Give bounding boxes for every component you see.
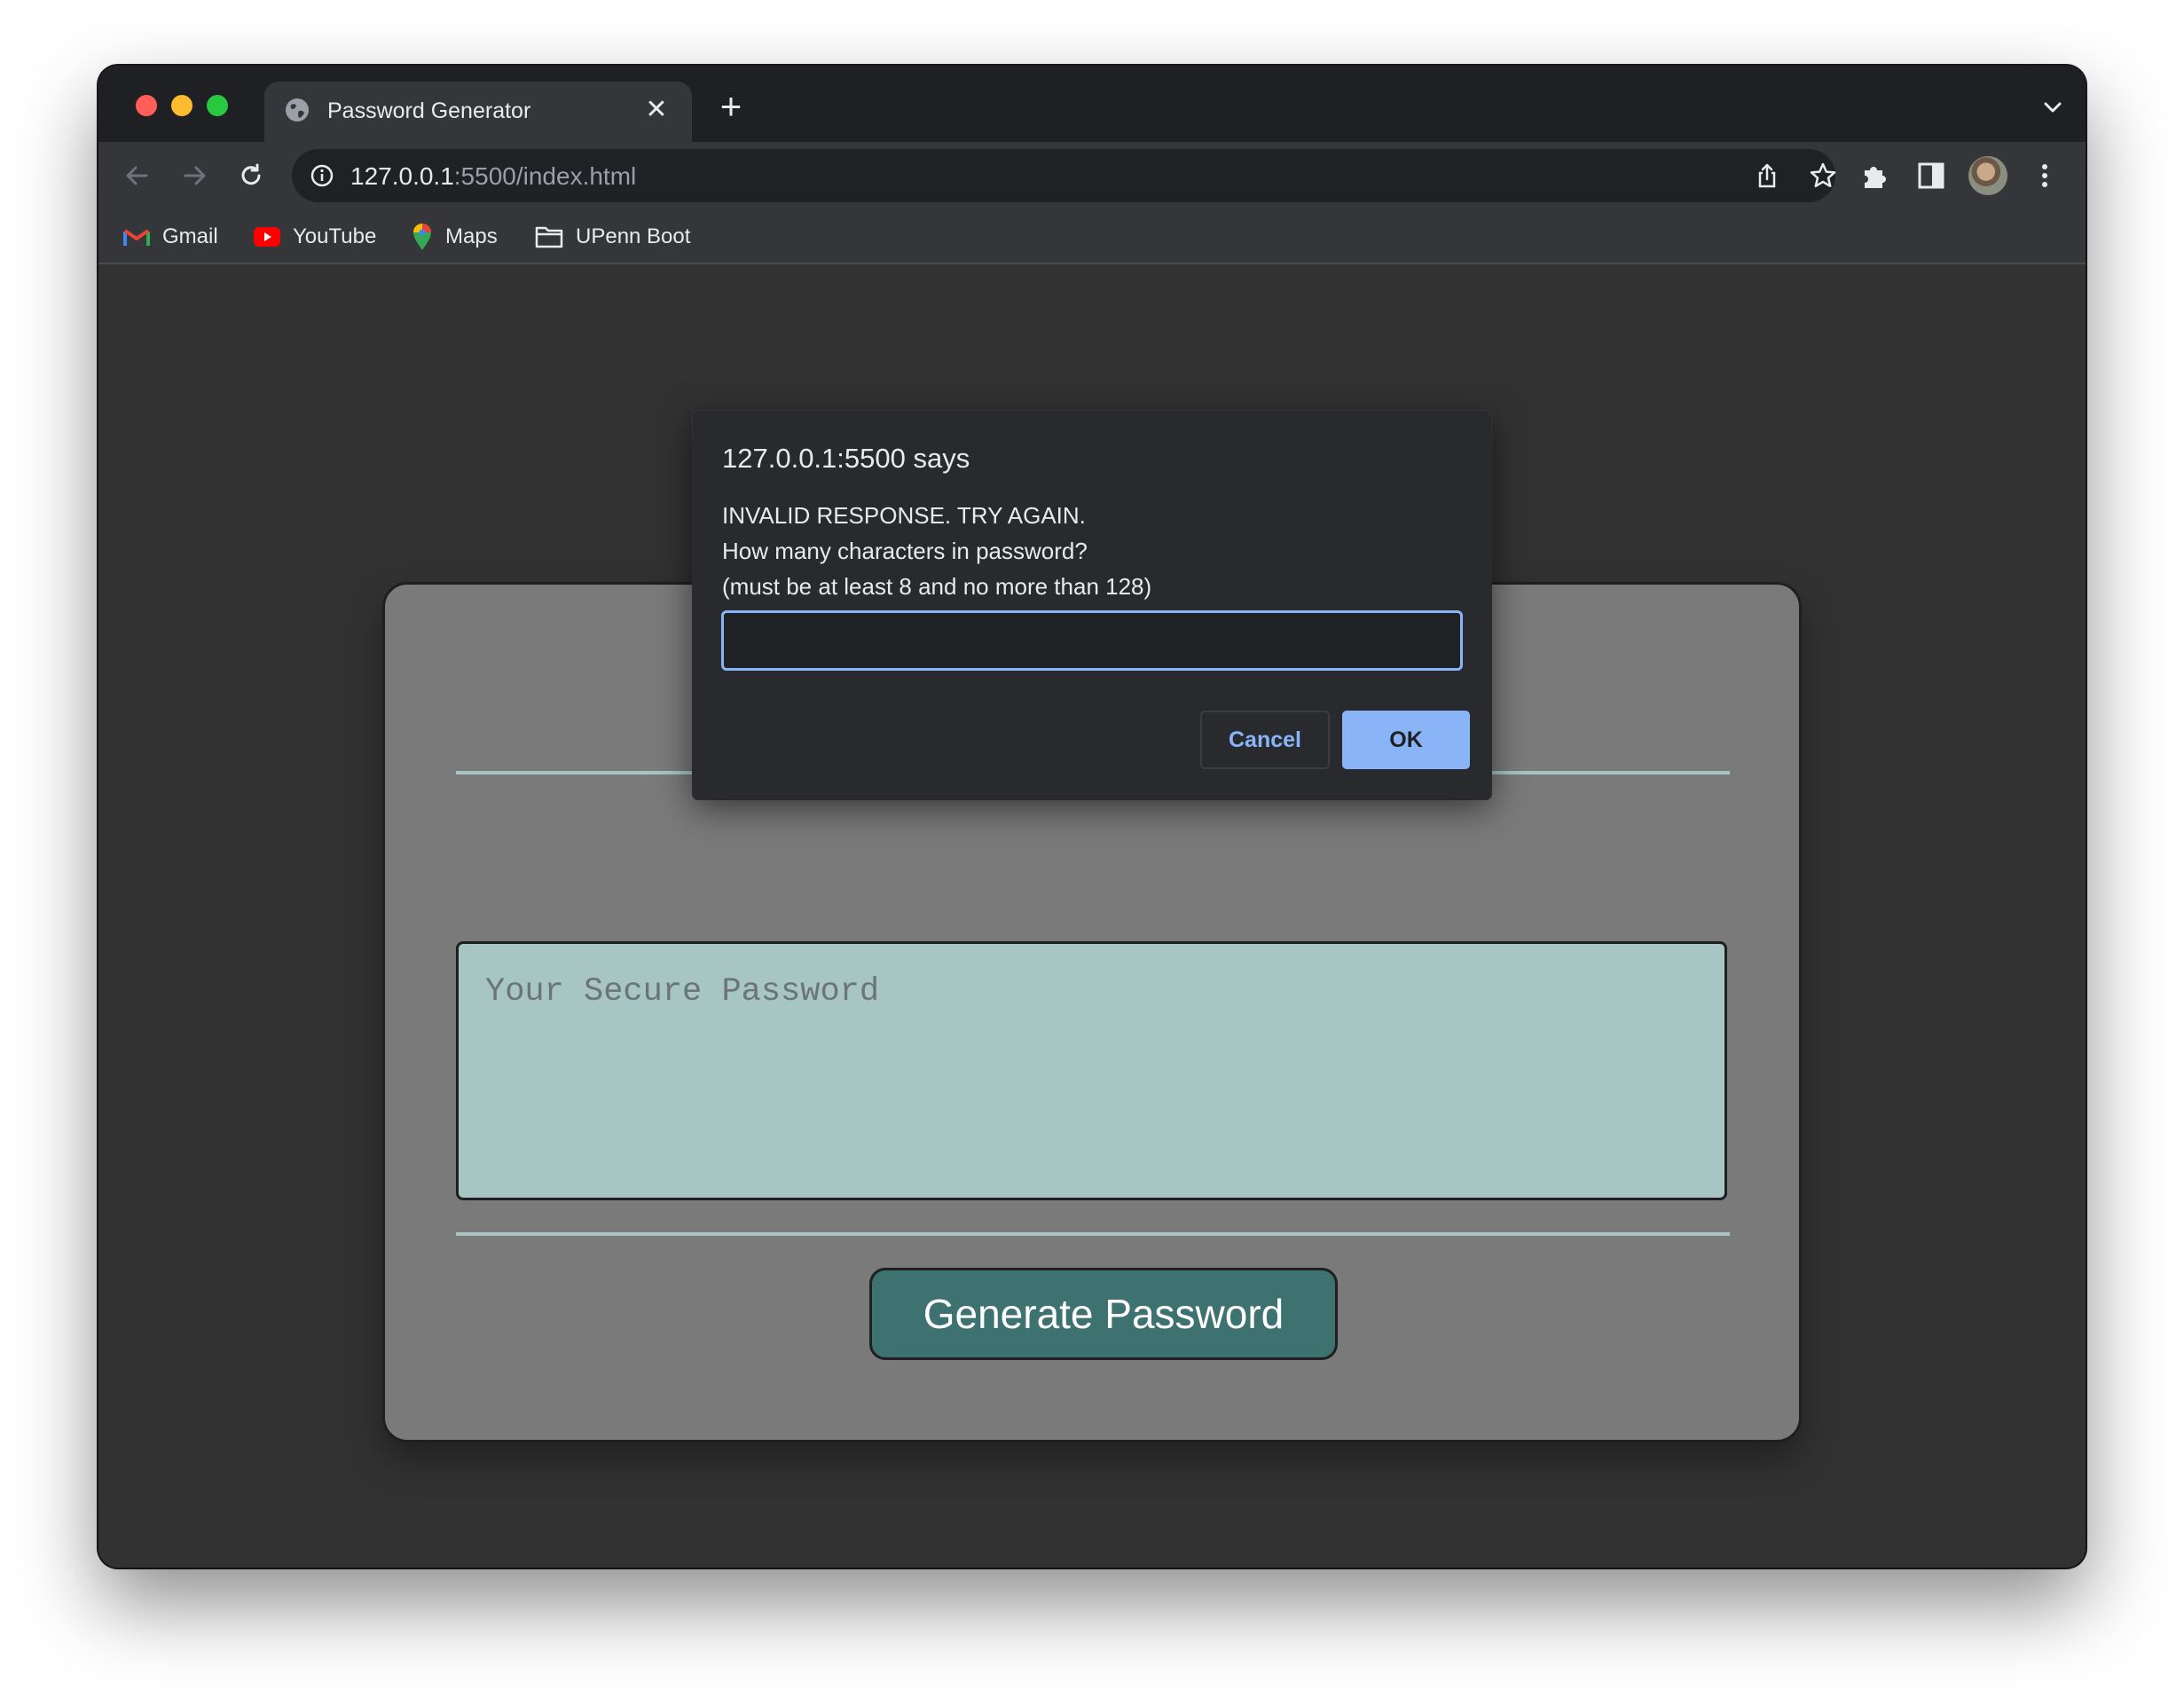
folder-icon <box>535 226 563 248</box>
bookmark-star-icon[interactable] <box>1809 161 1837 190</box>
bookmark-folder-upenn[interactable]: UPenn Boot <box>535 222 690 252</box>
bookmark-label: Gmail <box>162 224 218 248</box>
minimize-window-button[interactable] <box>171 95 192 116</box>
maximize-window-button[interactable] <box>207 95 228 116</box>
dialog-message-line: (must be at least 8 and no more than 128… <box>722 573 1152 600</box>
tab-title: Password Generator <box>327 98 531 123</box>
tab-bar: Password Generator ✕ + <box>98 66 2086 142</box>
bookmarks-bar: Gmail YouTube Maps UPenn Boot <box>98 209 2086 264</box>
dialog-message-line: How many characters in password? <box>722 538 1088 564</box>
bookmark-label: UPenn Boot <box>576 224 691 248</box>
youtube-icon <box>254 227 280 247</box>
gmail-icon <box>123 229 150 246</box>
page-content: Generate a Random Password Generate Pass… <box>98 264 2086 1568</box>
info-icon[interactable] <box>310 163 334 188</box>
cancel-button[interactable]: Cancel <box>1200 711 1330 769</box>
dialog-origin: 127.0.0.1:5500 says <box>722 443 970 474</box>
dialog-message: INVALID RESPONSE. TRY AGAIN. How many ch… <box>722 498 1151 604</box>
close-tab-icon[interactable]: ✕ <box>640 94 672 126</box>
profile-avatar[interactable] <box>1968 156 2007 195</box>
bookmark-gmail[interactable]: Gmail <box>123 222 218 252</box>
reload-icon[interactable] <box>233 158 269 193</box>
dialog-input[interactable] <box>721 610 1463 671</box>
globe-icon <box>286 98 309 122</box>
bookmark-maps[interactable]: Maps <box>412 222 498 252</box>
tab-password-generator[interactable]: Password Generator ✕ <box>264 82 692 142</box>
ok-button[interactable]: OK <box>1342 711 1470 769</box>
url-host: 127.0.0.1 <box>350 162 454 190</box>
extensions-puzzle-icon[interactable] <box>1859 160 1891 192</box>
browser-window: Password Generator ✕ + 127.0.0.1:5500/in… <box>98 66 2086 1568</box>
more-vertical-icon[interactable] <box>2029 160 2061 192</box>
url-text: 127.0.0.1:5500/index.html <box>350 162 636 191</box>
url-path: :5500/index.html <box>453 162 637 190</box>
address-bar[interactable]: 127.0.0.1:5500/index.html <box>292 149 1837 202</box>
bookmark-label: Maps <box>445 224 498 248</box>
dialog-message-line: INVALID RESPONSE. TRY AGAIN. <box>722 502 1086 529</box>
side-panel-icon[interactable] <box>1915 160 1947 192</box>
share-icon[interactable] <box>1754 162 1780 189</box>
chevron-down-icon[interactable] <box>2039 94 2066 121</box>
back-arrow-icon[interactable] <box>120 158 155 193</box>
bookmark-youtube[interactable]: YouTube <box>254 222 376 252</box>
password-output[interactable] <box>456 941 1727 1200</box>
close-window-button[interactable] <box>136 95 157 116</box>
generate-password-button[interactable]: Generate Password <box>869 1268 1338 1360</box>
browser-toolbar: 127.0.0.1:5500/index.html <box>98 142 2086 209</box>
new-tab-button[interactable]: + <box>713 88 749 125</box>
bookmark-label: YouTube <box>293 224 377 248</box>
divider <box>456 1232 1730 1236</box>
forward-arrow-icon[interactable] <box>177 158 212 193</box>
maps-icon <box>413 224 431 250</box>
prompt-dialog: 127.0.0.1:5500 says INVALID RESPONSE. TR… <box>693 411 1491 799</box>
